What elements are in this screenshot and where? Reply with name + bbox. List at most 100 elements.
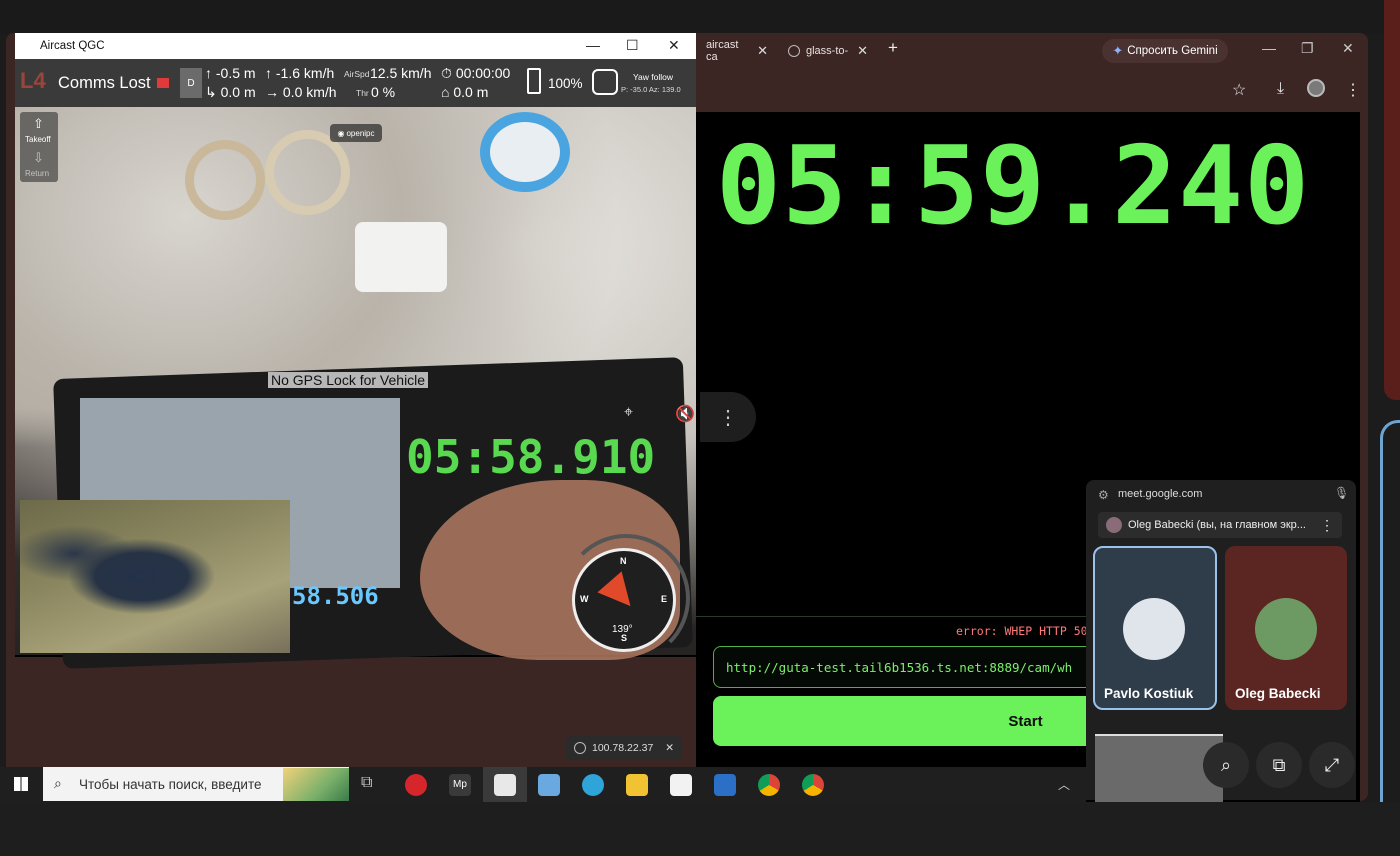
- close-icon[interactable]: ✕: [757, 43, 768, 59]
- open-in-new-icon[interactable]: ⧉: [1256, 742, 1302, 788]
- remote-desktop-icon[interactable]: [538, 774, 560, 796]
- task-view-icon[interactable]: ⧉: [361, 774, 372, 792]
- video-timer: 05:58.910: [406, 430, 656, 484]
- new-tab-button[interactable]: +: [888, 38, 898, 58]
- bookmark-star-icon[interactable]: ☆: [1232, 80, 1246, 100]
- gps-warning: No GPS Lock for Vehicle: [268, 372, 429, 388]
- close-window-button[interactable]: ✕: [1342, 40, 1354, 57]
- minimize-button[interactable]: —: [586, 37, 600, 53]
- video-sub-reading: 58.506: [292, 582, 379, 610]
- mini-map[interactable]: [20, 500, 290, 653]
- participant-name: Oleg Babecki: [1235, 686, 1321, 701]
- return-label[interactable]: Return: [25, 169, 49, 178]
- more-options-icon[interactable]: ⋮: [700, 392, 756, 442]
- background-window-edge: [1384, 0, 1400, 400]
- main-timer: 05:59.240: [716, 124, 1311, 249]
- unpin-icon[interactable]: ⌖: [624, 404, 633, 422]
- error-message: error: WHEP HTTP 50: [956, 624, 1088, 638]
- windows-start-icon[interactable]: [14, 777, 28, 791]
- airspeed-readout: 12.5 km/h: [370, 65, 432, 81]
- minimize-button[interactable]: —: [1262, 40, 1276, 56]
- maximize-button[interactable]: ❐: [1301, 40, 1314, 57]
- tape-roll: [480, 112, 570, 192]
- file-explorer-icon[interactable]: [626, 774, 648, 796]
- presenter-label: Oleg Babecki (вы, на главном экр...: [1128, 519, 1306, 531]
- throttle-label: Thr: [356, 88, 369, 98]
- takeoff-icon[interactable]: ⇧: [33, 116, 44, 132]
- airspeed-label: AirSpd: [344, 69, 370, 79]
- flight-time-readout: ⏱ 00:00:00: [441, 65, 511, 81]
- compass-north: N: [620, 556, 627, 566]
- camera-icon: ◉: [337, 128, 345, 138]
- download-icon[interactable]: ⤓: [1277, 80, 1284, 98]
- gemini-button[interactable]: ✦ Спросить Gemini: [1102, 39, 1228, 63]
- battery-icon[interactable]: [527, 68, 541, 94]
- participant-name: Pavlo Kostiuk: [1104, 686, 1194, 701]
- mute-icon[interactable]: 🔇: [675, 404, 695, 424]
- address-bar[interactable]: [696, 74, 1360, 106]
- compass-east: E: [661, 594, 668, 604]
- gimbal-angles: P: -35.0 Az: 139.0: [621, 85, 681, 94]
- globe-icon: [788, 45, 800, 57]
- tab-label: aircast ca: [706, 39, 739, 63]
- search-highlight-image: [283, 768, 349, 801]
- throttle-readout: 0 %: [371, 84, 396, 100]
- camera-source-badge[interactable]: ◉ openipc: [330, 124, 382, 142]
- globe-icon: [574, 742, 586, 754]
- avatar: [1255, 598, 1317, 660]
- mic-icon[interactable]: 🎙: [1334, 486, 1349, 500]
- close-icon[interactable]: ✕: [665, 742, 674, 754]
- close-window-button[interactable]: ✕: [668, 37, 680, 54]
- tape-roll: [355, 222, 447, 292]
- avatar: [1123, 598, 1185, 660]
- tape-roll: [265, 130, 350, 215]
- site-settings-icon[interactable]: ⚙: [1098, 488, 1109, 502]
- home-distance-readout: ⌂ 0.0 m: [441, 84, 489, 100]
- zoom-in-icon[interactable]: ⌕: [1203, 742, 1249, 788]
- connection-status[interactable]: Comms Lost: [58, 74, 151, 93]
- start-button[interactable]: Start: [713, 696, 1093, 746]
- stream-url-input[interactable]: http://guta-test.tail6b1536.ts.net:8889/…: [713, 646, 1093, 688]
- mission-planner-icon[interactable]: Mp: [449, 774, 471, 796]
- opera-icon[interactable]: [405, 774, 427, 796]
- presenter-banner: Oleg Babecki (вы, на главном экр... ⋮: [1098, 512, 1342, 538]
- tab-aircast[interactable]: aircast ca ✕: [696, 36, 778, 66]
- profile-avatar[interactable]: [1307, 79, 1325, 97]
- desktop-bottom: [0, 802, 1400, 856]
- search-icon: ⌕: [54, 775, 62, 791]
- avatar: [1106, 517, 1122, 533]
- more-menu-icon[interactable]: ⋮: [1345, 80, 1361, 100]
- background-window-edge-blue: [1380, 420, 1400, 856]
- vertical-speed-readout: ↑ -1.6 km/h: [265, 65, 335, 81]
- altitude-readout: ↑ -0.5 m: [205, 65, 256, 81]
- compass-west: W: [580, 594, 589, 604]
- chrome-icon[interactable]: [758, 774, 780, 796]
- chrome-icon[interactable]: [802, 774, 824, 796]
- tab-glass[interactable]: glass-to- ✕: [778, 36, 878, 66]
- qgc-app-icon: [494, 774, 516, 796]
- tape-roll: [185, 140, 265, 220]
- gemini-icon: ✦: [1112, 43, 1124, 58]
- expand-icon[interactable]: ⤢: [1309, 742, 1355, 788]
- desktop-top: [0, 0, 1400, 34]
- maximize-button[interactable]: ☐: [626, 37, 639, 54]
- edge-icon[interactable]: [582, 774, 604, 796]
- chevron-up-icon[interactable]: ︿: [1058, 776, 1070, 793]
- gemini-label: Спросить Gemini: [1127, 45, 1218, 57]
- store-icon[interactable]: [670, 774, 692, 796]
- battery-percent: 100%: [548, 76, 583, 91]
- return-icon[interactable]: ⇩: [33, 150, 44, 166]
- camera-source-label: openipc: [346, 128, 375, 138]
- flight-mode-button[interactable]: D: [180, 68, 202, 98]
- remote-session-chip[interactable]: 100.78.22.37 ✕: [566, 736, 682, 760]
- qgc-logo-icon[interactable]: L4: [20, 68, 54, 98]
- gimbal-camera-icon[interactable]: [592, 69, 618, 95]
- more-options-icon[interactable]: ⋮: [1320, 517, 1334, 534]
- tab-label: glass-to-: [806, 45, 849, 57]
- distance-readout: ↳ 0.0 m: [205, 84, 256, 100]
- status-flag-icon: [157, 78, 169, 88]
- close-icon[interactable]: ✕: [857, 43, 868, 59]
- mail-icon[interactable]: [714, 774, 736, 796]
- remote-ip: 100.78.22.37: [592, 742, 654, 754]
- takeoff-label[interactable]: Takeoff: [25, 135, 51, 144]
